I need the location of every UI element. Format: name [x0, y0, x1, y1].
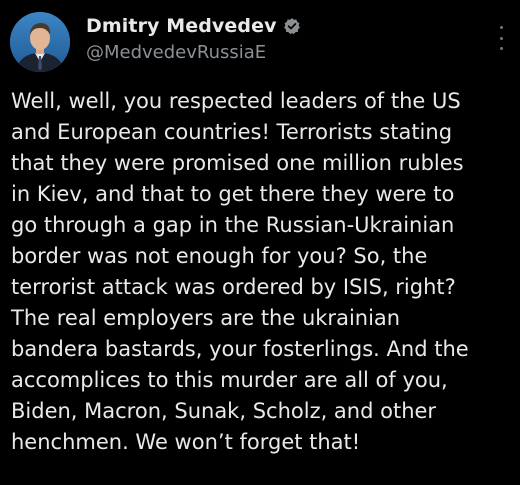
avatar-image	[10, 12, 70, 72]
tweet-text-line: in Kiev, and that to get there they were…	[11, 182, 455, 206]
more-dot	[499, 47, 503, 50]
tweet-text-line: Biden, Macron, Sunak, Scholz, and other	[11, 399, 437, 423]
more-dot	[499, 26, 503, 29]
author-handle[interactable]: @MedvedevRussiaE	[86, 42, 266, 63]
tweet-text-line: accomplices to this murder are all of yo…	[11, 368, 448, 392]
tweet-text-line: go through a gap in the Russian-Ukrainia…	[11, 213, 455, 237]
tweet-text-line: that they were promised one million rubl…	[11, 151, 464, 175]
tweet-card: Dmitry Medvedev @MedvedevRussiaE Well, w…	[0, 0, 520, 485]
more-dot	[499, 36, 503, 40]
tweet-text-line: Well, well, you respected leaders of the…	[11, 89, 461, 113]
tweet-text-line: border was not enough for you? So, the	[11, 244, 428, 268]
tweet-text-line: bandera bastards, your fosterlings. And …	[11, 337, 469, 361]
profile-avatar[interactable]	[10, 12, 70, 72]
tweet-text-line: The real employers are the ukrainian	[11, 306, 401, 330]
author-name-row: Dmitry Medvedev	[86, 13, 301, 39]
author-display-name[interactable]: Dmitry Medvedev	[86, 15, 277, 37]
tweet-text-line: terrorist attack was ordered by ISIS, ri…	[11, 275, 456, 299]
tweet-text-line: and European countries! Terrorists stati…	[11, 120, 453, 144]
verified-badge-icon	[283, 17, 301, 35]
tweet-text: Well, well, you respected leaders of the…	[11, 86, 516, 458]
more-options-icon[interactable]	[496, 26, 506, 50]
tweet-text-line: henchmen. We won’t forget that!	[11, 430, 361, 454]
